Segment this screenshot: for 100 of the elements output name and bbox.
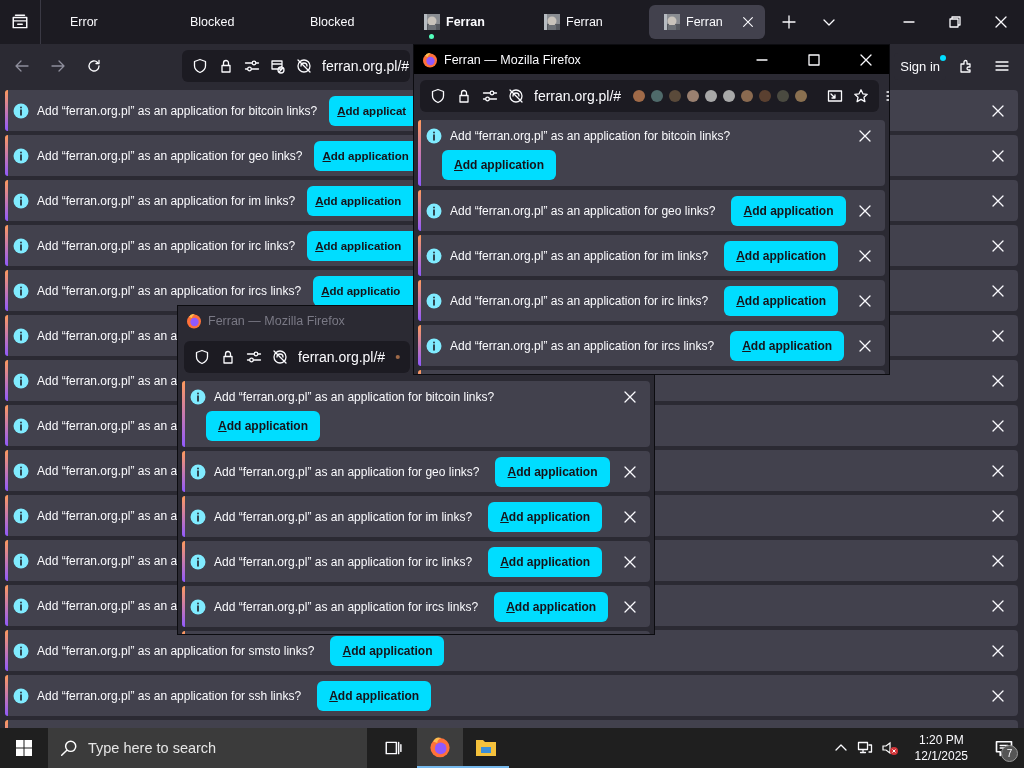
url-text: ferran.org.pl/#	[534, 88, 622, 104]
close-icon[interactable]	[857, 128, 873, 144]
shield-icon[interactable]	[430, 88, 446, 104]
add-application-button[interactable]: Add application	[317, 680, 432, 711]
window-title: Ferran — Mozilla Firefox	[444, 52, 581, 67]
menu-icon[interactable]	[994, 58, 1010, 74]
search-field[interactable]: Type here to search	[48, 728, 367, 768]
info-icon	[426, 128, 442, 144]
tracking-off-icon[interactable]	[508, 88, 524, 104]
notification-text: Add “ferran.org.pl” as an application for smsto links?	[37, 643, 315, 658]
browser-tab[interactable]: Ferran	[409, 5, 525, 39]
notification-text: Add “ferran.org.pl” as an application for geo links?	[37, 148, 303, 163]
extensions-icon[interactable]	[958, 58, 974, 74]
address-bar[interactable]: ferran.org.pl/#	[420, 80, 880, 112]
add-application-button[interactable]: Add application	[307, 230, 413, 261]
info-icon	[13, 192, 29, 209]
bookmark-star-icon[interactable]	[853, 88, 870, 104]
url-text: ferran.org.pl/#	[322, 58, 410, 74]
clock-date[interactable]: 12/1/2025	[914, 748, 968, 764]
add-application-button[interactable]: Add application	[330, 635, 445, 666]
add-application-button[interactable]: Add applicatio	[313, 275, 413, 306]
notification-text: Add “ferran.org.pl” as an application for geo links?	[214, 464, 480, 479]
notification-text: Add “ferran.org.pl” as an application for bitcoin links?	[450, 129, 732, 143]
info-icon	[190, 389, 206, 405]
add-application-button[interactable]: Add application	[724, 285, 839, 316]
new-tab-icon[interactable]	[781, 14, 797, 30]
add-application-button[interactable]: Add applicat	[329, 95, 413, 126]
notification-text: Add “ferran.org.pl” as an application for bitcoin links?	[214, 390, 496, 404]
browser-tab[interactable]: Ferran	[649, 5, 765, 39]
picture-in-picture-icon[interactable]	[827, 88, 844, 104]
lock-icon[interactable]	[218, 58, 234, 74]
firefox-taskbar-icon[interactable]	[417, 728, 463, 768]
shield-icon[interactable]	[192, 58, 208, 74]
notification-text: Add “ferran.org.pl” as an a	[37, 418, 178, 433]
windows-start-icon[interactable]	[16, 740, 32, 756]
info-icon	[13, 237, 29, 254]
speech-bubble-icon	[994, 738, 1014, 758]
close-icon[interactable]	[741, 15, 755, 29]
info-icon	[426, 202, 442, 219]
add-application-button[interactable]: Add application	[307, 185, 413, 216]
muted-speaker-icon[interactable]	[880, 740, 899, 756]
info-icon	[13, 642, 29, 659]
notification-text: Add “ferran.org.pl” as an a	[37, 463, 178, 478]
lock-icon[interactable]	[456, 88, 472, 104]
info-icon	[13, 147, 29, 164]
window-title: Ferran — Mozilla Firefox	[208, 313, 345, 328]
notification-text: Add “ferran.org.pl” as an application for ircs links?	[37, 283, 302, 298]
notification-text: Add “ferran.org.pl” as an application for irc links?	[214, 554, 473, 569]
info-icon	[426, 337, 442, 354]
notification-center-button[interactable]: 7	[984, 728, 1024, 768]
back-arrow-icon[interactable]	[14, 58, 30, 74]
task-view-icon[interactable]	[384, 739, 402, 757]
url-text: ferran.org.pl/#	[298, 349, 386, 365]
network-icon[interactable]	[856, 740, 873, 756]
permissions-icon[interactable]	[244, 58, 260, 74]
restore-icon[interactable]	[947, 14, 963, 30]
add-application-button[interactable]: Add application	[730, 330, 845, 361]
notification-text: Add “ferran.org.pl” as an application for im links?	[214, 509, 473, 524]
add-application-button[interactable]: Add application	[442, 150, 556, 180]
permissions-icon[interactable]	[482, 88, 498, 104]
notification-text: Add “ferran.org.pl” as an application for ssh links?	[37, 688, 302, 703]
maximize-icon[interactable]	[806, 51, 822, 68]
forward-arrow-icon[interactable]	[50, 58, 66, 74]
add-application-button[interactable]: Add application	[314, 140, 413, 171]
notification-text: Add “ferran.org.pl” as an a	[37, 328, 178, 343]
browser-tab[interactable]: Error	[49, 5, 165, 39]
info-icon	[13, 282, 29, 299]
tab-list-icon[interactable]	[11, 13, 29, 31]
browser-tab[interactable]: Ferran	[529, 5, 645, 39]
add-application-button[interactable]: Add application	[731, 195, 846, 226]
browser-tab[interactable]: Blocked	[289, 5, 405, 39]
notification-text: Add “ferran.org.pl” as an application for im links?	[450, 248, 709, 263]
notification-text: Add “ferran.org.pl” as an a	[37, 598, 178, 613]
firefox-icon	[186, 312, 202, 329]
info-icon	[13, 327, 29, 344]
notification-text: Add “ferran.org.pl” as an application for bitcoin links?	[37, 103, 318, 118]
info-icon	[13, 417, 29, 434]
clock-time[interactable]: 1:20 PM	[918, 732, 964, 748]
info-icon	[426, 292, 442, 309]
notification-text: Add “ferran.org.pl” as an a	[37, 553, 178, 568]
close-icon[interactable]	[993, 14, 1009, 30]
info-icon	[13, 102, 29, 119]
info-icon	[426, 247, 442, 264]
notification-text: Add “ferran.org.pl” as an application for irc links?	[450, 293, 709, 308]
tracking-off-icon[interactable]	[296, 58, 312, 74]
notification-text: Add “ferran.org.pl” as an application for ircs links?	[214, 599, 479, 614]
notification-text: Add “ferran.org.pl” as an application for geo links?	[450, 203, 716, 218]
address-bar[interactable]: ferran.org.pl/#	[182, 50, 410, 82]
firefox-icon	[422, 51, 438, 68]
info-icon	[13, 372, 29, 389]
notification-text: Add “ferran.org.pl” as an a	[37, 508, 178, 523]
notification-text: Add “ferran.org.pl” as an application for ircs links?	[450, 338, 715, 353]
notification-text: Add “ferran.org.pl” as an a	[37, 373, 178, 388]
add-application-button[interactable]: Add application	[724, 240, 839, 271]
browser-tab[interactable]: Blocked	[169, 5, 285, 39]
notification-text: Add “ferran.org.pl” as an application for irc links?	[37, 238, 296, 253]
reload-icon[interactable]	[86, 58, 102, 74]
blocked-media-icon[interactable]	[270, 58, 286, 74]
notification-text: Add “ferran.org.pl” as an application for im links?	[37, 193, 296, 208]
info-icon	[13, 687, 29, 704]
